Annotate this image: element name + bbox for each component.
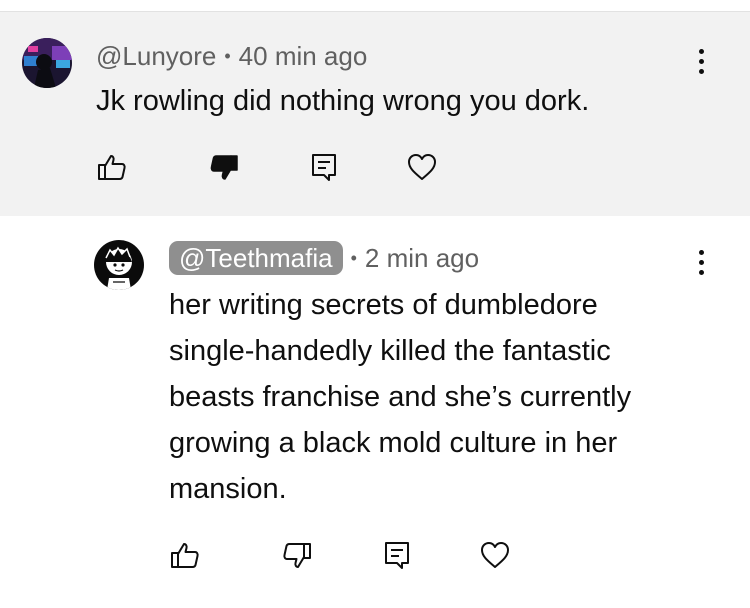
reply-button[interactable] — [307, 150, 341, 184]
comment-author[interactable]: @Teethmafia — [169, 241, 343, 275]
more-vertical-icon[interactable] — [690, 244, 712, 280]
thumbs-down-icon — [283, 543, 311, 568]
reply-comment-icon — [312, 154, 336, 181]
avatar[interactable] — [94, 240, 144, 290]
thumbs-up-icon — [98, 155, 126, 180]
comment-text: Jk rowling did nothing wrong you dork. — [96, 85, 590, 117]
comment-header: @Teethmafia • 2 min ago — [169, 240, 479, 276]
thumbs-up-icon — [171, 543, 199, 568]
heart-icon — [481, 542, 509, 568]
heart-button[interactable] — [478, 538, 512, 572]
thumbs-down-icon — [210, 155, 238, 180]
separator-dot: • — [350, 247, 357, 268]
dislike-button[interactable] — [207, 150, 241, 184]
comment-parent: @Lunyore • 40 min ago Jk rowling did not… — [0, 12, 750, 216]
avatar[interactable] — [22, 38, 72, 88]
heart-button[interactable] — [405, 150, 439, 184]
like-button[interactable] — [168, 538, 202, 572]
comment-text: her writing secrets of dumbledore single… — [169, 289, 632, 505]
comment-author[interactable]: @Lunyore — [96, 41, 216, 72]
heart-icon — [408, 154, 436, 180]
comment-timestamp: 40 min ago — [238, 40, 368, 71]
more-vertical-icon[interactable] — [690, 43, 712, 79]
like-button[interactable] — [95, 150, 129, 184]
separator-dot: • — [224, 45, 231, 66]
reply-comment-icon — [385, 542, 409, 569]
comment-header: @Lunyore • 40 min ago — [96, 38, 367, 74]
top-divider — [0, 0, 750, 12]
reply-button[interactable] — [380, 538, 414, 572]
dislike-button[interactable] — [280, 538, 314, 572]
comment-timestamp: 2 min ago — [364, 242, 480, 273]
comment-reply: @Teethmafia • 2 min ago her writing secr… — [0, 216, 750, 608]
